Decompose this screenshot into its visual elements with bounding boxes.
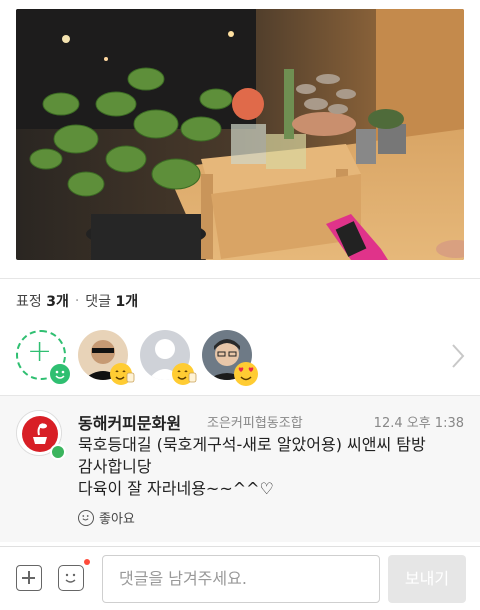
heart-eyes-emoji-icon — [232, 360, 260, 388]
comment-line: 묵호등대길 (묵호게구석-새로 알았어용) 씨앤씨 탐방 — [78, 435, 426, 454]
comment-input[interactable]: 댓글을 남겨주세요. — [102, 555, 380, 603]
comment-item: 동해커피문화원 조은커피협동조합 12.4 오후 1:38 묵호등대길 (묵호게… — [0, 396, 480, 542]
thumbs-up-emoji-icon — [108, 360, 136, 388]
post-photo-section — [0, 0, 480, 278]
comment-line: 감사합니당 — [78, 457, 152, 476]
emotion-count: 3개 — [46, 294, 69, 310]
smile-icon — [78, 509, 94, 526]
thumbs-up-emoji-icon — [170, 360, 198, 388]
commenter-group: 조은커피협동조합 — [207, 416, 303, 431]
plus-icon: + — [27, 334, 53, 369]
reactions-row: + — [0, 318, 480, 394]
add-reaction-button[interactable]: + — [16, 330, 72, 386]
attach-plus-icon[interactable] — [16, 565, 42, 591]
like-label: 좋아요 — [99, 512, 135, 527]
comment-count: 1개 — [115, 294, 139, 310]
crown-badge-icon — [50, 444, 66, 460]
send-button[interactable]: 보내기 — [388, 555, 466, 603]
comment-timestamp: 12.4 오후 1:38 — [373, 416, 464, 431]
reactor-avatar-2[interactable] — [140, 330, 197, 385]
commenter-name[interactable]: 동해커피문화원 — [78, 410, 181, 434]
comment-label: 댓글 — [85, 294, 112, 310]
comment-composer: 댓글을 남겨주세요. 보내기 — [0, 546, 480, 610]
like-button[interactable]: 좋아요 — [78, 508, 135, 527]
reactor-avatar-1[interactable] — [78, 330, 135, 385]
smile-icon — [48, 362, 72, 386]
emotion-label: 표정 — [16, 294, 42, 310]
post-photo[interactable] — [16, 9, 464, 260]
comment-text: 묵호등대길 (묵호게구석-새로 알았어용) 씨앤씨 탐방 감사합니당 다육이 잘… — [78, 434, 426, 500]
comment-line: 다육이 잘 자라네용~~^^♡ — [78, 479, 274, 498]
new-notification-dot — [84, 559, 90, 565]
reaction-comment-counts: 표정 3개 · 댓글 1개 — [16, 290, 138, 312]
section-divider — [0, 278, 480, 279]
emoji-button[interactable] — [58, 565, 84, 591]
chevron-right-icon[interactable] — [450, 342, 466, 370]
count-separator: · — [74, 293, 80, 309]
reactor-avatar-3[interactable] — [202, 330, 258, 386]
